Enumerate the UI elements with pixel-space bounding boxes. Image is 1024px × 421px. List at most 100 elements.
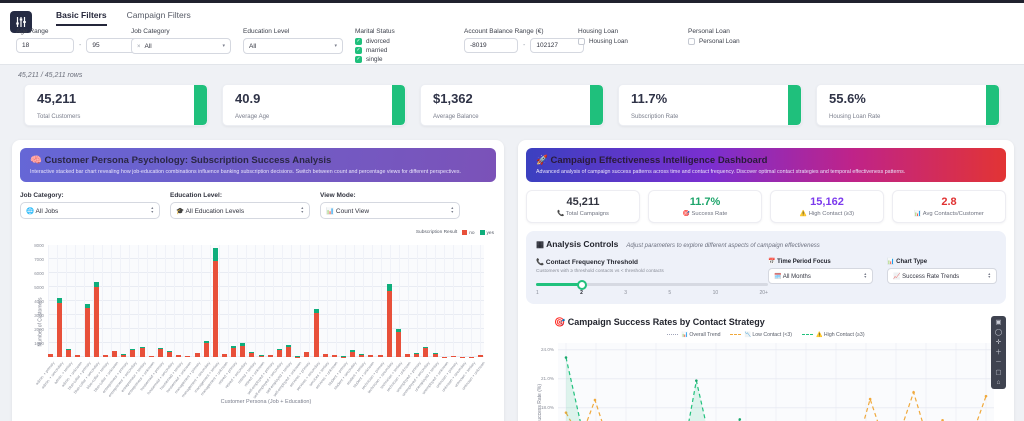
- success-chart-legend[interactable]: 📊 Overall Trend 📉 Low Contact (<3) ⚠️ High…: [526, 332, 1006, 338]
- education-level-select[interactable]: All ▾: [243, 38, 343, 54]
- checkbox-checked-icon[interactable]: ✓: [355, 38, 362, 45]
- legend-item[interactable]: 📉 Low Contact (<3): [730, 332, 792, 338]
- persona-job-select[interactable]: 🌐 All Jobs ▲▼: [20, 202, 160, 219]
- bar[interactable]: [323, 354, 328, 357]
- marital-option-single[interactable]: ✓ single: [355, 56, 395, 63]
- plotly-modebar[interactable]: ▣◯✛＋－▢⌂: [991, 316, 1006, 389]
- tab-basic-filters[interactable]: Basic Filters: [56, 10, 107, 26]
- bar[interactable]: [341, 356, 346, 357]
- tab-campaign-filters[interactable]: Campaign Filters: [127, 10, 191, 26]
- clear-icon[interactable]: ×: [137, 44, 141, 50]
- bar[interactable]: [295, 356, 300, 357]
- slider-fill: [536, 283, 582, 286]
- bar[interactable]: [185, 356, 190, 357]
- kpi-high-contact: 15,162 ⚠️ High Contact (≥3): [770, 190, 884, 223]
- persona-viewmode-select[interactable]: 📊 Count View ▲▼: [320, 202, 460, 219]
- contact-threshold-control: 📞 Contact Frequency Threshold Customers …: [536, 258, 768, 296]
- bar[interactable]: [368, 355, 373, 357]
- bar[interactable]: [332, 355, 337, 357]
- bar[interactable]: [414, 353, 419, 357]
- bar[interactable]: [149, 356, 154, 357]
- legend-item-yes[interactable]: yes: [480, 230, 494, 236]
- checkbox-unchecked-icon[interactable]: [688, 38, 695, 45]
- legend-item-no[interactable]: no: [462, 230, 474, 236]
- checkbox-checked-icon[interactable]: ✓: [355, 47, 362, 54]
- bar[interactable]: [167, 351, 172, 357]
- bar[interactable]: [433, 353, 438, 357]
- bar[interactable]: [240, 343, 245, 357]
- checkbox-unchecked-icon[interactable]: [578, 38, 585, 45]
- bar[interactable]: [158, 348, 163, 357]
- personal-loan-checkbox[interactable]: Personal Loan: [688, 38, 740, 45]
- success-plot-svg[interactable]: [558, 343, 994, 421]
- bar[interactable]: [57, 298, 62, 357]
- bar[interactable]: [304, 352, 309, 357]
- housing-loan-checkbox[interactable]: Housing Loan: [578, 38, 628, 45]
- bar[interactable]: [75, 355, 80, 357]
- autoscale-icon[interactable]: ▢: [991, 368, 1006, 377]
- bar[interactable]: [378, 355, 383, 357]
- bar[interactable]: [350, 350, 355, 357]
- bar[interactable]: [359, 354, 364, 357]
- bar[interactable]: [423, 347, 428, 357]
- y-tick-label: 5000: [20, 285, 44, 290]
- bar[interactable]: [277, 349, 282, 357]
- kpi-value: $1,362: [433, 91, 473, 106]
- checkbox-checked-icon[interactable]: ✓: [355, 56, 362, 63]
- bar[interactable]: [204, 341, 209, 357]
- bar[interactable]: [249, 352, 254, 357]
- persona-education-select[interactable]: 🎓 All Education Levels ▲▼: [170, 202, 310, 219]
- legend-item[interactable]: ⚠️ High Contact (≥3): [802, 332, 865, 338]
- slider-tick-label: 20+: [759, 290, 767, 296]
- marital-option-married[interactable]: ✓ married: [355, 47, 395, 54]
- control-label: View Mode:: [320, 192, 460, 199]
- bar[interactable]: [66, 349, 71, 357]
- bar[interactable]: [85, 304, 90, 357]
- bar[interactable]: [396, 329, 401, 357]
- job-category-filter: Job Category ×All ▾: [131, 28, 231, 54]
- balance-max-input[interactable]: 102127: [530, 38, 584, 53]
- bar[interactable]: [314, 309, 319, 357]
- bar[interactable]: [451, 356, 456, 357]
- bar[interactable]: [387, 284, 392, 357]
- legend-item[interactable]: 📊 Overall Trend: [667, 332, 720, 338]
- persona-stacked-bar-chart: Number of Customers 10002000300040005000…: [20, 231, 496, 421]
- age-min-input[interactable]: 18: [16, 38, 74, 53]
- bar[interactable]: [231, 346, 236, 357]
- persona-legend[interactable]: Subscription Result no yes: [416, 230, 494, 236]
- zoom-out-icon[interactable]: －: [991, 358, 1006, 367]
- slider-handle[interactable]: [577, 280, 587, 290]
- bar[interactable]: [121, 354, 126, 357]
- bar[interactable]: [176, 355, 181, 357]
- chevron-down-icon: ▾: [222, 43, 225, 49]
- y-tick-label: 24.0%: [528, 347, 554, 352]
- bar[interactable]: [259, 355, 264, 357]
- bar[interactable]: [103, 355, 108, 357]
- bar[interactable]: [478, 355, 483, 357]
- camera-icon[interactable]: ▣: [991, 318, 1006, 327]
- chart-type-select[interactable]: 📈 Success Rate Trends ▲▼: [887, 268, 997, 284]
- reset-axes-icon[interactable]: ⌂: [991, 378, 1006, 387]
- bar[interactable]: [48, 354, 53, 357]
- bar[interactable]: [195, 353, 200, 357]
- bar[interactable]: [130, 349, 135, 357]
- marital-option-divorced[interactable]: ✓ divorced: [355, 38, 395, 45]
- bar[interactable]: [286, 345, 291, 357]
- bar[interactable]: [112, 351, 117, 357]
- zoom-in-icon[interactable]: ＋: [991, 348, 1006, 357]
- bar[interactable]: [94, 282, 99, 357]
- time-period-select[interactable]: 🗓️ All Months ▲▼: [768, 268, 873, 284]
- bar[interactable]: [213, 248, 218, 357]
- kpi-label: Average Age: [235, 114, 269, 120]
- pan-icon[interactable]: ✛: [991, 338, 1006, 347]
- zoom-icon[interactable]: ◯: [991, 328, 1006, 337]
- balance-min-input[interactable]: -8019: [464, 38, 518, 53]
- bar[interactable]: [222, 354, 227, 357]
- job-category-select[interactable]: ×All ▾: [131, 38, 231, 54]
- bar[interactable]: [268, 355, 273, 357]
- success-chart-title: 🎯 Campaign Success Rates by Contact Stra…: [554, 317, 1006, 328]
- contact-threshold-slider[interactable]: [536, 278, 768, 290]
- kpi-label: 📞 Total Campaigns: [529, 211, 637, 217]
- bar[interactable]: [405, 354, 410, 357]
- bar[interactable]: [140, 347, 145, 357]
